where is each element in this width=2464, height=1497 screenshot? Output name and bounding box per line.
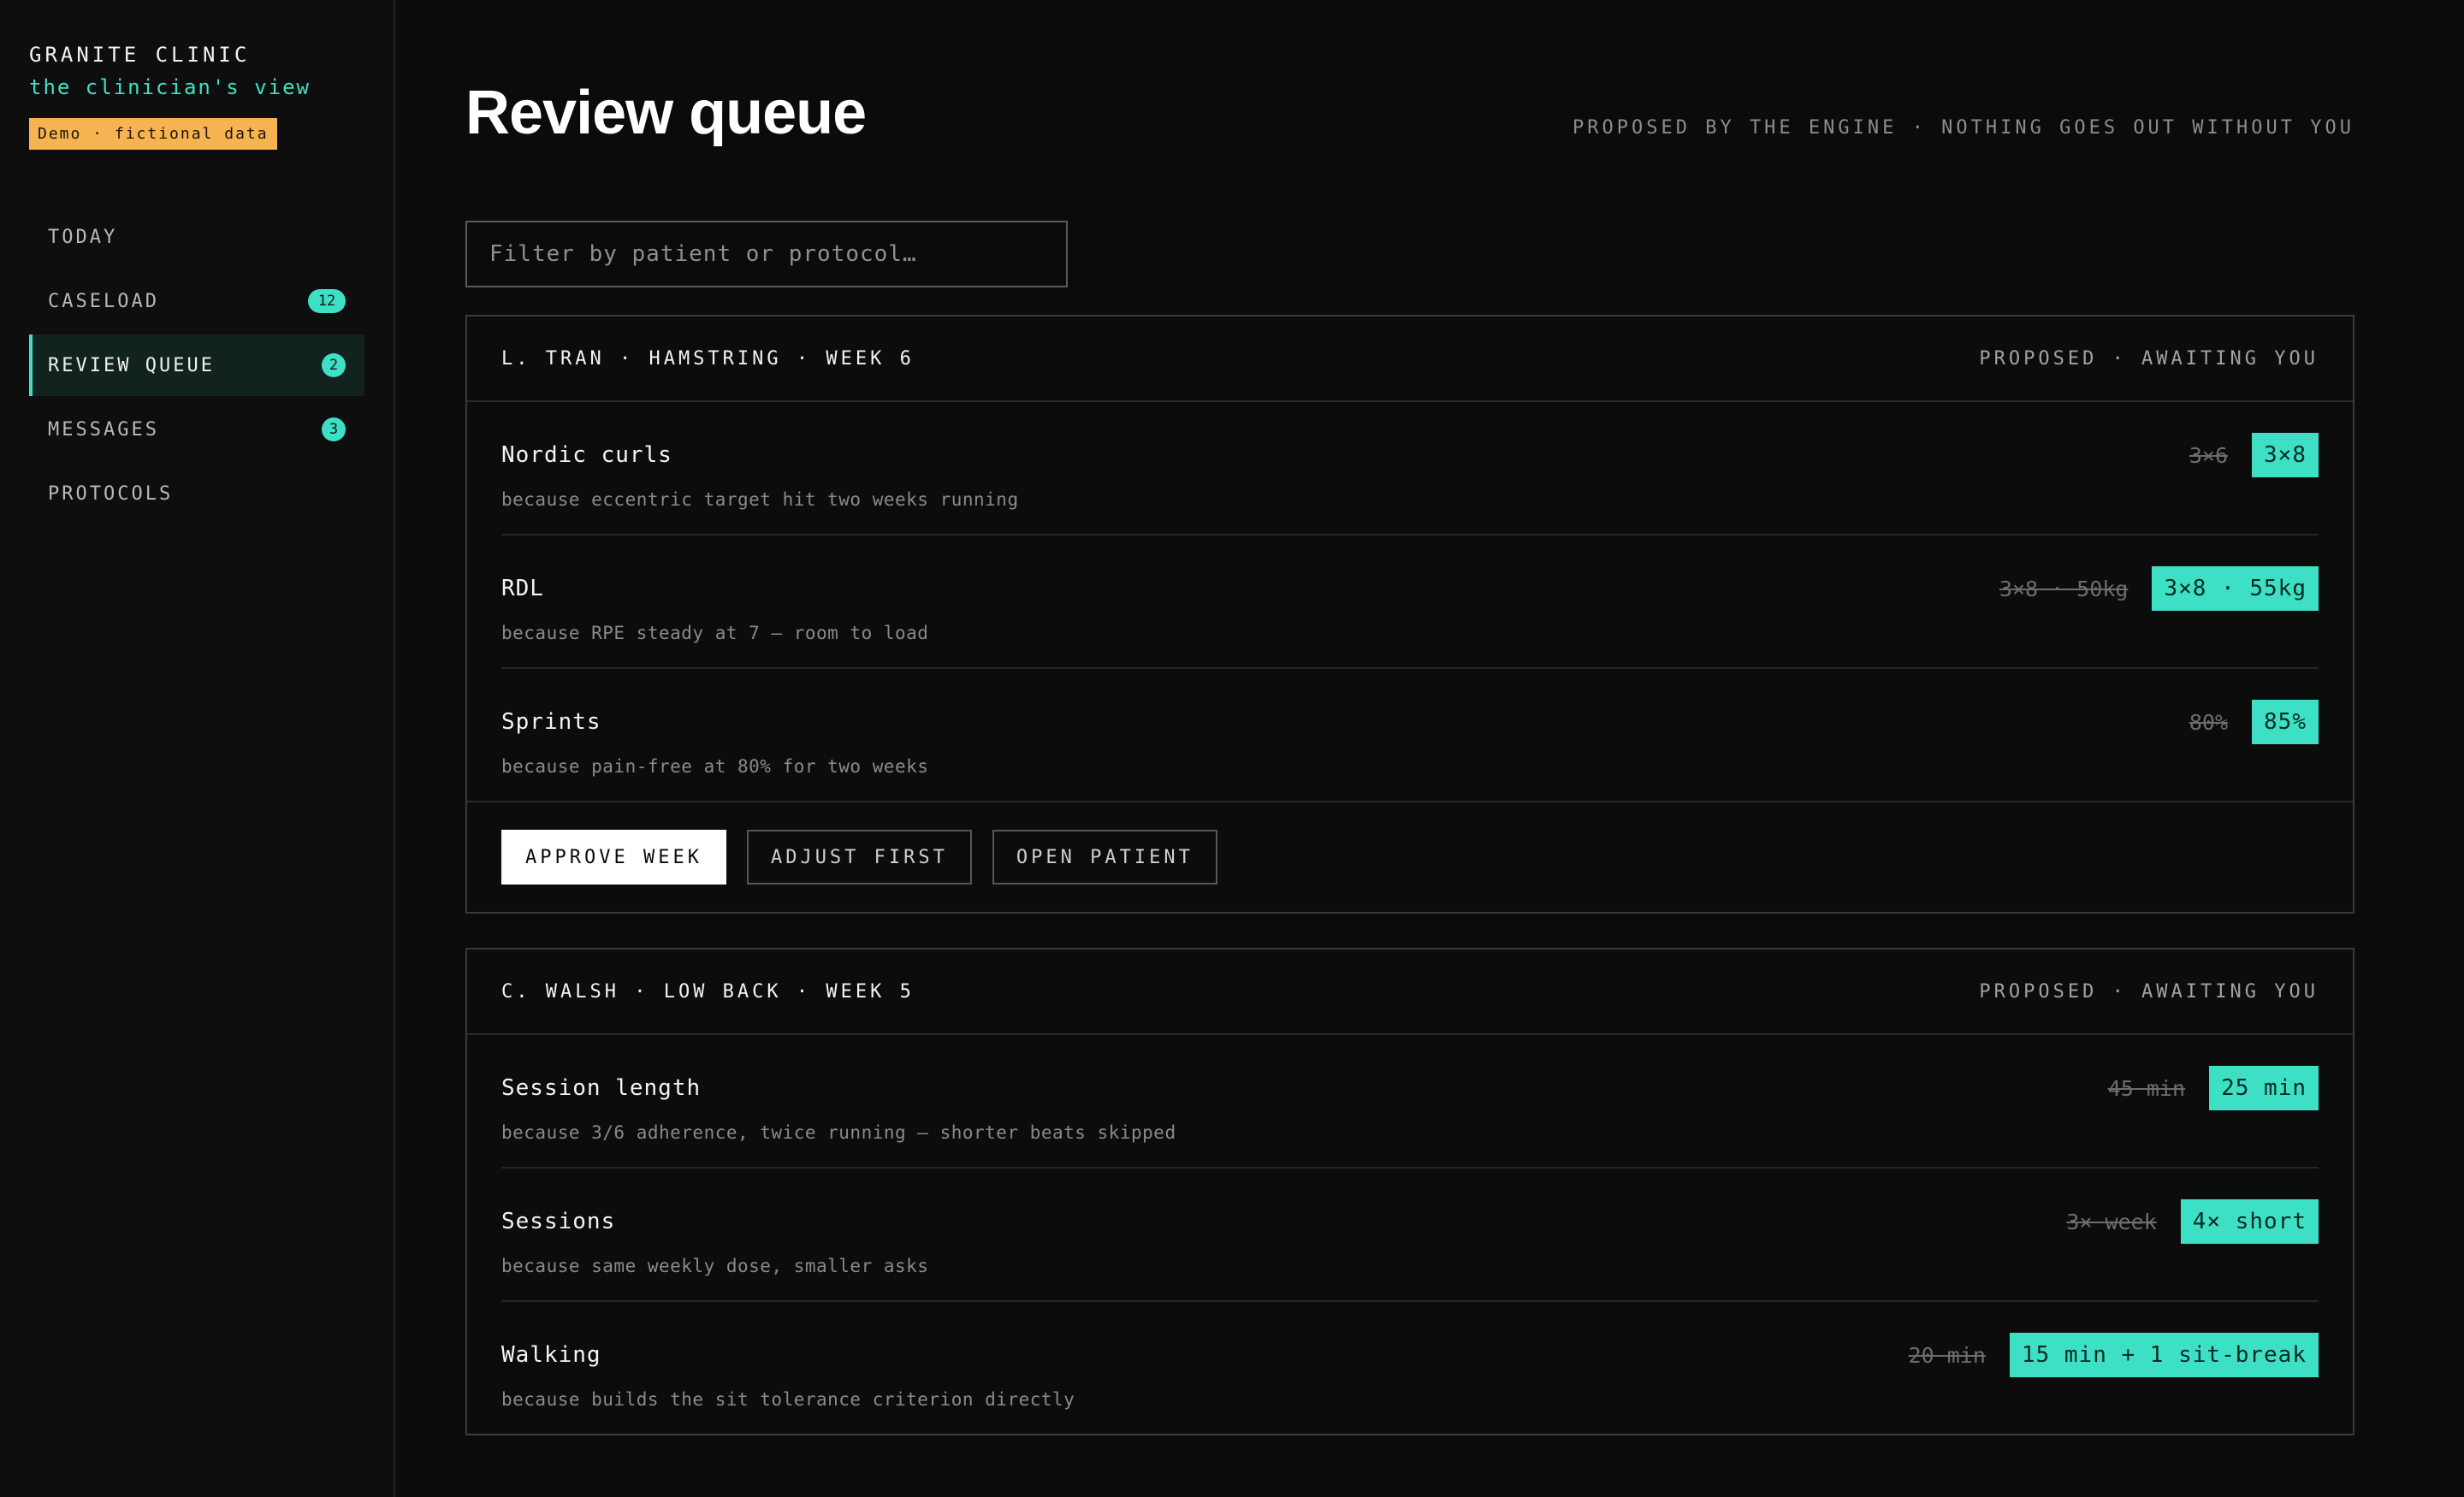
change-reason: because builds the sit tolerance criteri… xyxy=(501,1389,1075,1410)
sidebar-item-today[interactable]: TODAY xyxy=(29,206,364,268)
card-status: PROPOSED · AWAITING YOU xyxy=(1979,347,2319,370)
change-values: 3×6 3×8 xyxy=(2189,433,2319,477)
review-card: L. TRAN · HAMSTRING · WEEK 6 PROPOSED · … xyxy=(465,315,2354,914)
approve-week-button[interactable]: APPROVE WEEK xyxy=(501,830,726,885)
old-value: 45 min xyxy=(2107,1075,2186,1101)
main-content: Review queue PROPOSED BY THE ENGINE · NO… xyxy=(395,0,2464,1497)
change-reason: because pain-free at 80% for two weeks xyxy=(501,756,929,777)
app-root: GRANITE CLINIC the clinician's view Demo… xyxy=(0,0,2464,1497)
sidebar-item-label: CASELOAD xyxy=(48,290,159,312)
sidebar-item-caseload[interactable]: CASELOAD 12 xyxy=(29,270,364,332)
change-name: Sprints xyxy=(501,709,601,735)
brand-subtitle: the clinician's view xyxy=(29,75,311,99)
change-values: 20 min 15 min + 1 sit-break xyxy=(1909,1333,2319,1377)
review-card: C. WALSH · LOW BACK · WEEK 5 PROPOSED · … xyxy=(465,948,2354,1435)
change-values: 80% 85% xyxy=(2189,700,2319,744)
open-patient-button[interactable]: OPEN PATIENT xyxy=(992,830,1217,885)
card-header: C. WALSH · LOW BACK · WEEK 5 PROPOSED · … xyxy=(467,950,2353,1035)
change-values: 3×8 · 50kg 3×8 · 55kg xyxy=(1999,566,2319,611)
card-title: C. WALSH · LOW BACK · WEEK 5 xyxy=(501,980,915,1003)
new-value: 3×8 xyxy=(2252,433,2319,477)
page-title: Review queue xyxy=(465,79,867,147)
old-value: 3×6 xyxy=(2189,442,2229,468)
change-reason: because RPE steady at 7 — room to load xyxy=(501,623,929,643)
change-values: 3× week 4× short xyxy=(2066,1199,2319,1244)
change-row: Session length 45 min 25 min because 3/6… xyxy=(501,1035,2319,1169)
old-value: 3× week xyxy=(2066,1209,2157,1234)
change-list: Session length 45 min 25 min because 3/6… xyxy=(467,1035,2353,1434)
change-list: Nordic curls 3×6 3×8 because eccentric t… xyxy=(467,402,2353,801)
sidebar: GRANITE CLINIC the clinician's view Demo… xyxy=(0,0,395,1497)
sidebar-item-label: MESSAGES xyxy=(48,418,159,441)
change-values: 45 min 25 min xyxy=(2108,1066,2319,1110)
page-header: Review queue PROPOSED BY THE ENGINE · NO… xyxy=(465,82,2354,144)
new-value: 3×8 · 55kg xyxy=(2152,566,2319,611)
change-reason: because eccentric target hit two weeks r… xyxy=(501,489,1019,510)
change-name: Walking xyxy=(501,1342,601,1368)
old-value: 20 min xyxy=(1908,1342,1986,1368)
sidebar-item-messages[interactable]: MESSAGES 3 xyxy=(29,399,364,460)
change-row: Sessions 3× week 4× short because same w… xyxy=(501,1169,2319,1302)
sidebar-item-review-queue[interactable]: REVIEW QUEUE 2 xyxy=(29,334,364,396)
change-name: Nordic curls xyxy=(501,442,672,468)
sidebar-item-label: TODAY xyxy=(48,226,118,248)
count-badge: 3 xyxy=(322,417,346,441)
new-value: 4× short xyxy=(2180,1199,2319,1244)
card-actions: APPROVE WEEK ADJUST FIRST OPEN PATIENT xyxy=(467,801,2353,912)
change-name: RDL xyxy=(501,576,544,601)
change-row: RDL 3×8 · 50kg 3×8 · 55kg because RPE st… xyxy=(501,535,2319,669)
old-value: 80% xyxy=(2189,709,2229,735)
sidebar-item-label: PROTOCOLS xyxy=(48,482,174,505)
sidebar-item-label: REVIEW QUEUE xyxy=(48,354,215,376)
change-name: Session length xyxy=(501,1075,702,1101)
change-reason: because 3/6 adherence, twice running — s… xyxy=(501,1122,1176,1143)
card-status: PROPOSED · AWAITING YOU xyxy=(1979,980,2319,1003)
new-value: 25 min xyxy=(2209,1066,2319,1110)
old-value: 3×8 · 50kg xyxy=(1999,576,2129,601)
card-header: L. TRAN · HAMSTRING · WEEK 6 PROPOSED · … xyxy=(467,317,2353,402)
new-value: 85% xyxy=(2252,700,2319,744)
sidebar-nav: TODAY CASELOAD 12 REVIEW QUEUE 2 MESSAGE… xyxy=(29,206,364,524)
demo-badge: Demo · fictional data xyxy=(29,118,277,150)
change-row: Walking 20 min 15 min + 1 sit-break beca… xyxy=(501,1302,2319,1434)
adjust-first-button[interactable]: ADJUST FIRST xyxy=(746,830,972,885)
header-note: PROPOSED BY THE ENGINE · NOTHING GOES OU… xyxy=(1573,117,2354,139)
card-title: L. TRAN · HAMSTRING · WEEK 6 xyxy=(501,347,915,370)
count-badge: 2 xyxy=(322,353,346,377)
change-row: Nordic curls 3×6 3×8 because eccentric t… xyxy=(501,402,2319,535)
change-reason: because same weekly dose, smaller asks xyxy=(501,1256,929,1276)
count-badge: 12 xyxy=(308,289,346,313)
brand-name: GRANITE CLINIC xyxy=(29,43,251,67)
sidebar-item-protocols[interactable]: PROTOCOLS xyxy=(29,463,364,524)
new-value: 15 min + 1 sit-break xyxy=(2009,1333,2319,1377)
filter-input[interactable] xyxy=(465,221,1068,287)
change-name: Sessions xyxy=(501,1209,616,1234)
change-row: Sprints 80% 85% because pain-free at 80%… xyxy=(501,669,2319,801)
